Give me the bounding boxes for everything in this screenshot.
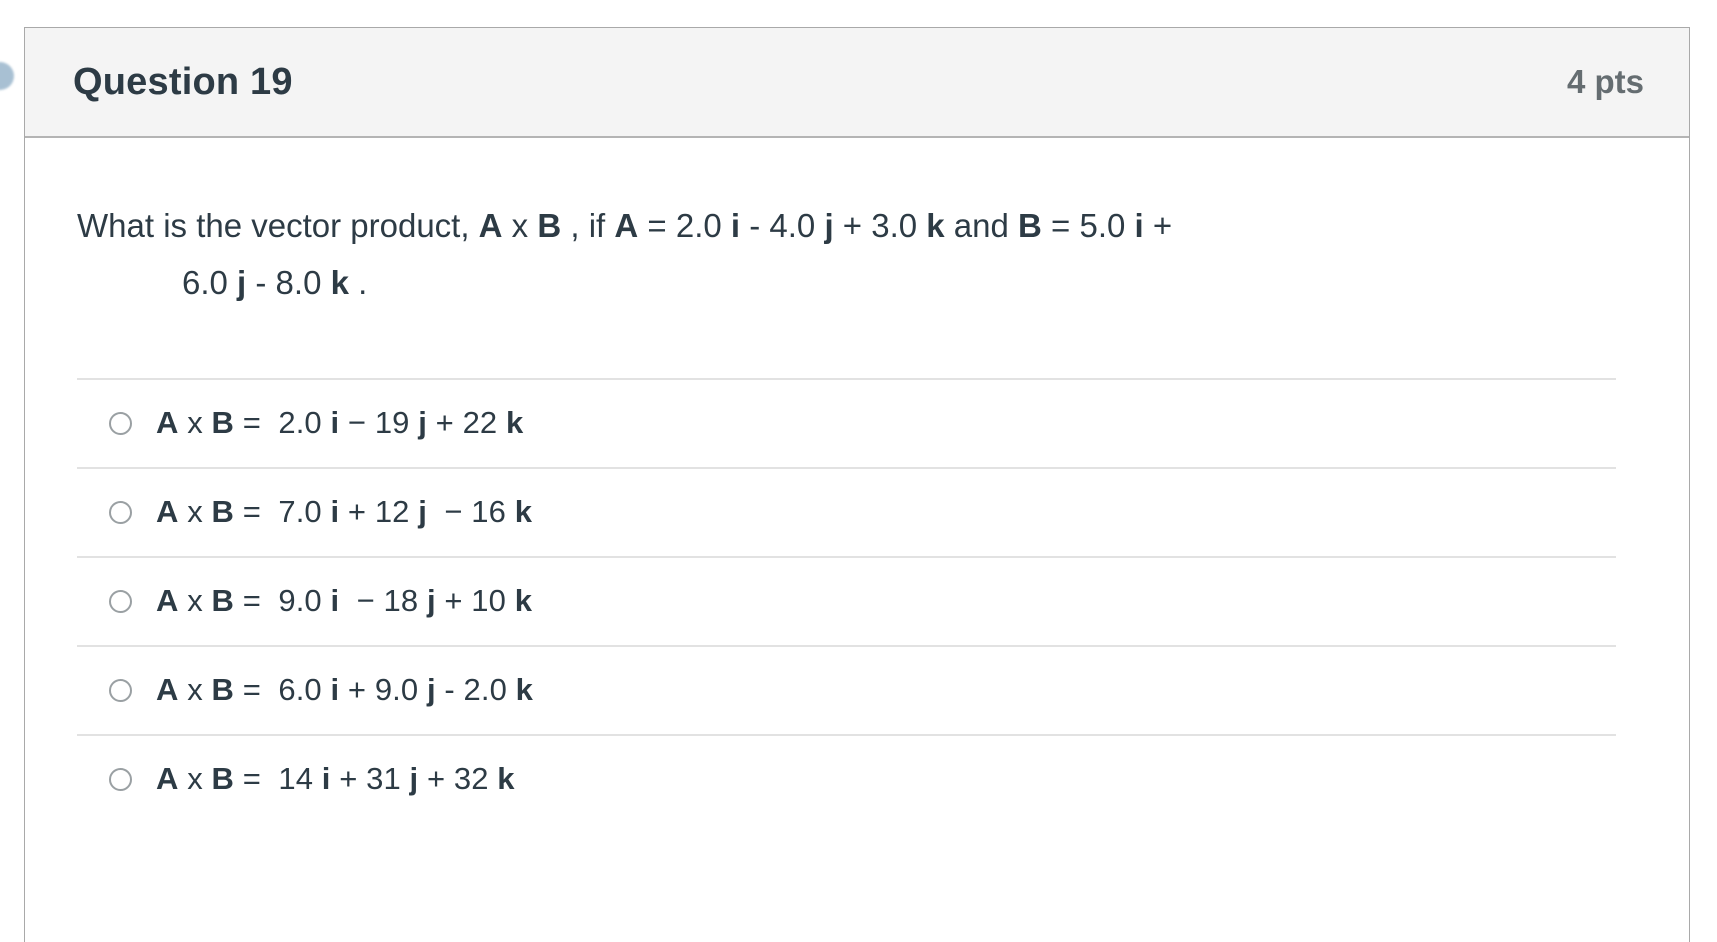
vector-a: A: [156, 672, 179, 707]
question-prompt: What is the vector product, A x B , if A…: [25, 138, 1425, 312]
prompt-segment: + 3.0: [833, 207, 927, 244]
answer-segment: =: [234, 494, 279, 529]
unit-vector-k: k: [515, 672, 533, 707]
prompt-segment: , if: [561, 207, 615, 244]
unit-vector-j: j: [426, 672, 436, 707]
unit-vector-k: k: [330, 263, 349, 301]
answer-option-label: A x B = 2.0 i − 19 j + 22 k: [156, 405, 523, 441]
vector-a: A: [156, 494, 179, 529]
prompt-segment: and: [944, 207, 1019, 244]
vector-b: B: [211, 494, 235, 529]
unit-vector-i: i: [330, 672, 340, 707]
prompt-segment: .: [348, 263, 368, 301]
prompt-segment: x: [502, 207, 538, 244]
quiz-screen: Question 19 4 pts What is the vector pro…: [0, 0, 1717, 942]
vector-a: A: [156, 583, 179, 618]
unit-vector-j: j: [824, 207, 834, 244]
vector-b: B: [211, 583, 235, 618]
prompt-segment: 6.0: [182, 263, 238, 301]
answer-segment: x: [178, 583, 212, 618]
unit-vector-j: j: [426, 583, 436, 618]
unit-vector-i: i: [330, 583, 340, 618]
answer-segment: x: [178, 672, 212, 707]
prompt-segment: - 4.0: [740, 207, 825, 244]
answer-segment: + 9.0: [339, 672, 427, 707]
answer-option-label: A x B = 7.0 i + 12 j − 16 k: [156, 494, 532, 530]
answer-segment: 7.0: [278, 494, 331, 529]
answer-options-list: A x B = 2.0 i − 19 j + 22 k A x B = 7.0 …: [25, 377, 1616, 823]
answer-segment: =: [234, 761, 279, 796]
answer-segment: + 10: [435, 583, 515, 618]
answer-option-5[interactable]: A x B = 14 i + 31 j + 32 k: [77, 733, 1616, 823]
radio-button-icon[interactable]: [109, 767, 132, 791]
unit-vector-k: k: [505, 405, 524, 440]
vector-a: A: [156, 405, 179, 440]
unit-vector-i: i: [330, 494, 340, 529]
radio-button-icon[interactable]: [109, 589, 132, 613]
unit-vector-i: i: [321, 761, 331, 796]
unit-vector-k: k: [926, 207, 945, 244]
unit-vector-j: j: [409, 761, 419, 796]
answer-segment: + 32: [418, 761, 498, 796]
prompt-segment: +: [1143, 207, 1173, 244]
radio-button-icon[interactable]: [109, 411, 132, 435]
unit-vector-j: j: [237, 263, 247, 301]
radio-button-icon[interactable]: [109, 678, 132, 702]
question-prompt-line2: 6.0 j - 8.0 k .: [77, 255, 1365, 312]
answer-option-1[interactable]: A x B = 2.0 i − 19 j + 22 k: [77, 377, 1616, 467]
question-body: What is the vector product, A x B , if A…: [25, 138, 1689, 823]
unit-vector-j: j: [418, 405, 427, 440]
answer-option-2[interactable]: A x B = 7.0 i + 12 j − 16 k: [77, 466, 1616, 556]
answer-segment: =: [234, 583, 279, 618]
prompt-segment: - 8.0: [246, 263, 331, 301]
chevron-bubble-icon: [0, 62, 14, 90]
answer-option-label: A x B = 6.0 i + 9.0 j - 2.0 k: [156, 672, 533, 708]
answer-segment: - 2.0: [435, 672, 516, 707]
unit-vector-i: i: [330, 405, 340, 440]
unit-vector-i: i: [730, 207, 741, 244]
answer-segment: + 31: [330, 761, 410, 796]
answer-segment: 14: [278, 761, 322, 796]
unit-vector-k: k: [514, 583, 533, 618]
answer-segment: + 12: [339, 494, 419, 529]
answer-segment: 9.0: [278, 583, 331, 618]
vector-b: B: [211, 761, 235, 796]
page-title: Question 19: [73, 60, 293, 103]
prompt-segment: = 5.0: [1041, 207, 1135, 244]
unit-vector-k: k: [514, 494, 533, 529]
unit-vector-j: j: [418, 494, 427, 529]
prompt-segment: = 2.0: [638, 207, 731, 244]
answer-option-label: A x B = 14 i + 31 j + 32 k: [156, 761, 515, 797]
vector-b: B: [1018, 207, 1042, 244]
vector-b: B: [537, 207, 562, 244]
answer-segment: − 19: [339, 405, 419, 440]
answer-segment: − 18: [339, 583, 427, 618]
vector-a: A: [614, 207, 639, 244]
answer-segment: x: [178, 405, 212, 440]
answer-option-4[interactable]: A x B = 6.0 i + 9.0 j - 2.0 k: [77, 644, 1616, 734]
answer-segment: + 22: [426, 405, 506, 440]
unit-vector-i: i: [1134, 207, 1144, 244]
prompt-segment: What is the vector product,: [77, 207, 479, 244]
unit-vector-k: k: [497, 761, 515, 796]
vector-b: B: [211, 672, 235, 707]
answer-segment: =: [234, 672, 279, 707]
answer-option-label: A x B = 9.0 i − 18 j + 10 k: [156, 583, 532, 619]
vector-a: A: [478, 207, 503, 244]
question-header: Question 19 4 pts: [25, 28, 1689, 138]
question-points: 4 pts: [1566, 63, 1644, 100]
vector-a: A: [156, 761, 179, 796]
answer-option-3[interactable]: A x B = 9.0 i − 18 j + 10 k: [77, 555, 1616, 645]
answer-segment: =: [234, 405, 279, 440]
answer-segment: 6.0: [278, 672, 331, 707]
answer-segment: 2.0: [278, 405, 331, 440]
radio-button-icon[interactable]: [109, 500, 132, 524]
answer-segment: x: [178, 494, 212, 529]
vector-b: B: [211, 405, 235, 440]
answer-segment: − 16: [426, 494, 515, 529]
question-card: Question 19 4 pts What is the vector pro…: [24, 27, 1690, 942]
answer-segment: x: [178, 761, 212, 796]
